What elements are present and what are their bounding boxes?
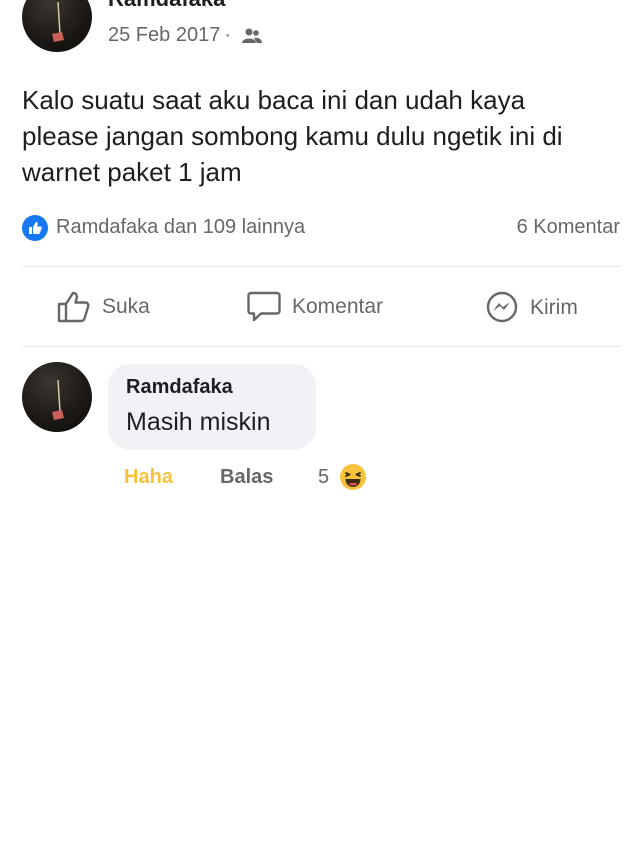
post-text-line: warnet paket 1 jam [22,157,242,187]
comment-author-name[interactable]: Ramdafaka [126,376,233,399]
like-button-label: Suka [102,295,150,318]
reactions-summary-row[interactable]: Ramdafaka dan 109 lainnya 6 Komentar [22,212,620,244]
like-button[interactable]: Suka [56,290,150,324]
friends-icon [242,28,262,43]
post-date[interactable]: 25 Feb 2017 [108,24,220,47]
comment-bubble[interactable]: Ramdafaka Masih miskin [108,364,316,450]
comment-reply-button[interactable]: Balas [220,466,273,489]
meta-separator: · [224,24,231,46]
divider [22,346,620,347]
comment-button-label: Komentar [292,295,384,318]
comment-icon [247,291,281,322]
divider [22,266,620,267]
comment-text: Masih miskin [126,408,271,436]
comment-button[interactable]: Komentar [246,290,383,324]
comment-react-button[interactable]: Haha [124,466,173,489]
post-text-line: Kalo suatu saat aku baca ini dan udah ka… [22,85,526,115]
comment-count-link[interactable]: 6 Komentar [517,216,620,239]
comment-author-avatar[interactable] [22,362,92,432]
post-text-line: please jangan sombong kamu dulu ngetik i… [22,121,563,151]
post-text: Kalo suatu saat aku baca ini dan udah ka… [22,82,622,190]
avatar-photo-icon [52,1,64,42]
post-author-name[interactable]: Ramdafaka [108,0,225,12]
reaction-summary-text[interactable]: Ramdafaka dan 109 lainnya [56,216,305,239]
send-button-label: Kirim [530,296,578,319]
post-header: Ramdafaka 25 Feb 2017 · [0,0,640,70]
comment-reaction-count[interactable]: 5 [318,466,329,489]
thumbs-up-icon [57,291,90,323]
post-action-bar: Suka Komentar Kirim [0,280,640,336]
avatar-photo-icon [52,379,64,420]
send-button[interactable]: Kirim [484,290,578,326]
haha-emoji-icon[interactable] [338,462,368,492]
messenger-icon [486,291,518,323]
post-author-avatar[interactable] [22,0,92,52]
post-meta: 25 Feb 2017 · [108,24,263,47]
like-reaction-icon [22,215,48,241]
